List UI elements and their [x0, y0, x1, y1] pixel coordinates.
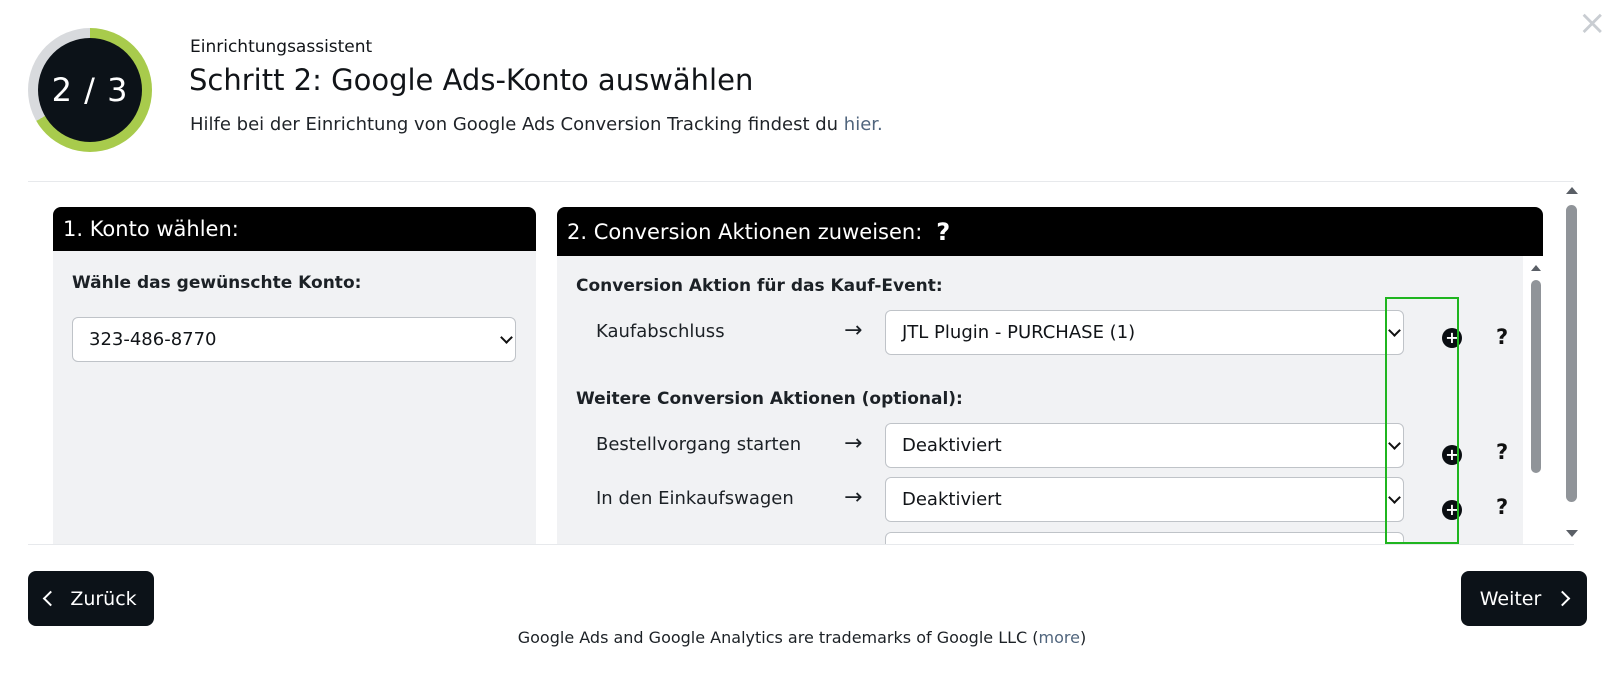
footer-more-link[interactable]: more	[1039, 628, 1080, 647]
add-to-cart-conversion-value: Deaktiviert	[902, 489, 1002, 510]
chevron-down-icon	[1388, 323, 1401, 337]
arrow-right-icon: →	[844, 318, 863, 343]
optional-section-label: Weitere Conversion Aktionen (optional):	[576, 389, 963, 409]
scrollbar-thumb[interactable]	[1566, 205, 1577, 502]
question-mark-icon[interactable]: ?	[1496, 495, 1508, 519]
step-progress-ring: 2 / 3	[28, 28, 152, 152]
purchase-conversion-value: JTL Plugin - PURCHASE (1)	[902, 322, 1136, 343]
question-mark-icon[interactable]: ?	[1496, 325, 1508, 349]
scroll-up-icon[interactable]	[1566, 187, 1578, 194]
checkout-conversion-select[interactable]: Deaktiviert	[885, 423, 1404, 468]
panel-scrollbar[interactable]	[1530, 263, 1543, 545]
close-icon[interactable]: ×	[1578, 6, 1604, 42]
step-counter: 2 / 3	[38, 38, 142, 142]
conversion-row-label: Kaufabschluss	[596, 321, 725, 342]
page-title: Schritt 2: Google Ads-Konto auswählen	[189, 63, 754, 97]
back-button[interactable]: Zurück	[28, 571, 154, 626]
arrow-right-icon: →	[844, 485, 863, 510]
arrow-right-icon: →	[844, 431, 863, 456]
footer-text-end: )	[1080, 628, 1087, 647]
scroll-down-icon[interactable]	[1566, 530, 1578, 537]
account-panel-header: 1. Konto wählen:	[53, 207, 536, 251]
conversion-panel-body: Conversion Aktion für das Kauf-Event: Ka…	[557, 256, 1523, 544]
account-panel-body: Wähle das gewünschte Konto: 323-486-8770	[53, 251, 536, 544]
account-select-value: 323-486-8770	[89, 329, 217, 350]
wizard-eyebrow: Einrichtungsassistent	[190, 37, 373, 57]
chevron-down-icon	[1388, 490, 1401, 504]
plus-circle-icon[interactable]: +	[1442, 445, 1462, 465]
account-select-label: Wähle das gewünschte Konto:	[72, 273, 362, 293]
purchase-section-label: Conversion Aktion für das Kauf-Event:	[576, 276, 943, 296]
back-button-label: Zurück	[70, 587, 137, 610]
footer-text: Google Ads and Google Analytics are trad…	[517, 628, 1039, 647]
next-button[interactable]: Weiter	[1461, 571, 1587, 626]
page-scrollbar[interactable]	[1565, 185, 1579, 541]
scrollbar-thumb[interactable]	[1531, 280, 1541, 473]
question-mark-icon[interactable]: ?	[1496, 440, 1508, 464]
chevron-right-icon	[1555, 590, 1571, 607]
conversion-panel-title: 2. Conversion Aktionen zuweisen:	[567, 219, 923, 244]
help-text-body: Hilfe bei der Einrichtung von Google Ads…	[190, 114, 844, 135]
chevron-down-icon	[500, 330, 513, 344]
help-text: Hilfe bei der Einrichtung von Google Ads…	[190, 114, 883, 135]
conversion-panel-header: 2. Conversion Aktionen zuweisen: ?	[557, 207, 1543, 256]
chevron-left-icon	[43, 590, 59, 607]
checkout-conversion-value: Deaktiviert	[902, 435, 1002, 456]
conversion-row-label: In den Einkaufswagen	[596, 488, 794, 509]
account-select[interactable]: 323-486-8770	[72, 317, 516, 362]
wizard-content-scroll-area[interactable]: 1. Konto wählen: Wähle das gewünschte Ko…	[28, 182, 1574, 544]
trademark-footer: Google Ads and Google Analytics are trad…	[0, 628, 1604, 647]
plus-circle-icon[interactable]: +	[1442, 328, 1462, 348]
conversion-row-label: Bestellvorgang starten	[596, 434, 802, 455]
help-link[interactable]: hier.	[844, 114, 883, 135]
question-mark-icon[interactable]: ?	[936, 218, 950, 246]
chevron-down-icon	[1388, 436, 1401, 450]
next-button-label: Weiter	[1479, 587, 1542, 610]
next-conversion-select[interactable]	[885, 532, 1404, 544]
purchase-conversion-select[interactable]: JTL Plugin - PURCHASE (1)	[885, 310, 1404, 355]
divider	[28, 544, 1574, 545]
add-to-cart-conversion-select[interactable]: Deaktiviert	[885, 477, 1404, 522]
scroll-up-icon[interactable]	[1531, 265, 1541, 271]
plus-circle-icon[interactable]: +	[1442, 500, 1462, 520]
